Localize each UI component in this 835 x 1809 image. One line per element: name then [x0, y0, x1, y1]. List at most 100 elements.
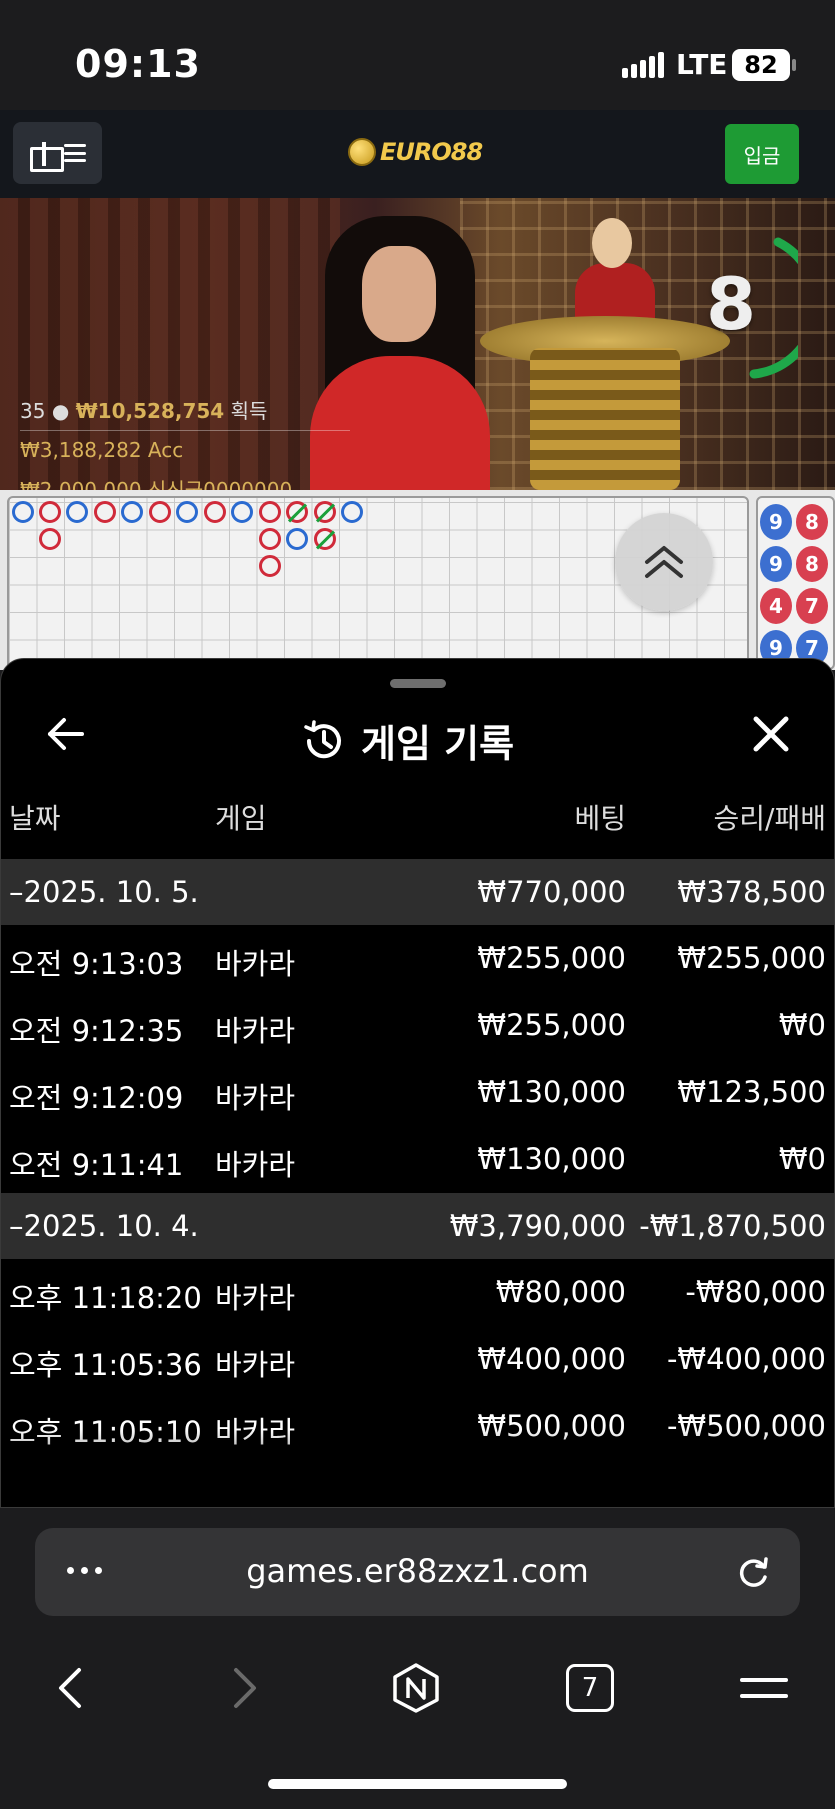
- balance-info: ₩3,188,282 Acc: [20, 438, 183, 462]
- row-time: 오전 9:12:35: [9, 1014, 184, 1048]
- browser-forward-button[interactable]: [205, 1648, 285, 1728]
- menu-icon: [740, 1678, 788, 1698]
- table-row[interactable]: 오후 11:05:10 바카라 ₩500,000 -₩500,000: [1, 1393, 834, 1460]
- chevron-left-icon: [59, 1668, 81, 1708]
- table-row[interactable]: 오후 11:05:36 바카라 ₩400,000 -₩400,000: [1, 1326, 834, 1393]
- balance-suffix: Acc: [147, 438, 184, 462]
- row-bet: ₩255,000: [477, 1008, 626, 1042]
- close-button[interactable]: [746, 709, 796, 759]
- winnings-suffix: 획득: [230, 399, 268, 423]
- bead-banker-tie: [314, 501, 336, 523]
- row-time: 오후 11:05:10: [9, 1415, 202, 1449]
- row-win: -₩80,000: [685, 1275, 826, 1309]
- row-bet: ₩80,000: [495, 1275, 626, 1309]
- row-bet: ₩255,000: [477, 941, 626, 975]
- bead-banker: [259, 555, 281, 577]
- table-header: 날짜 게임 베팅 승리/패배: [1, 781, 834, 851]
- bead-banker: [39, 501, 61, 523]
- game-history-sheet: 게임 기록 날짜 게임 베팅 승리/패배 –2025. 10. 5. ₩770,…: [0, 658, 835, 1508]
- bead-banker: [39, 528, 61, 550]
- row-game: 바카라: [215, 947, 296, 981]
- row-time: 오후 11:05:36: [9, 1348, 202, 1382]
- sheet-header: 게임 기록: [1, 699, 834, 779]
- back-button[interactable]: [41, 709, 91, 759]
- table-row[interactable]: 오전 9:11:41 바카라 ₩130,000 ₩0: [1, 1126, 834, 1193]
- row-time: 오전 9:12:09: [9, 1081, 184, 1115]
- sheet-title-text: 게임 기록: [361, 722, 515, 766]
- group-bet-total: ₩770,000: [477, 875, 626, 909]
- browser-back-button[interactable]: [30, 1648, 110, 1728]
- column-date: 날짜: [9, 802, 61, 835]
- row-win: ₩123,500: [677, 1075, 826, 1109]
- row-bet: ₩130,000: [477, 1142, 626, 1176]
- bead-banker-tie: [314, 528, 336, 550]
- bead-banker-tie: [286, 501, 308, 523]
- row-win: ₩0: [778, 1008, 826, 1042]
- players-count: 35: [20, 399, 46, 423]
- column-bet: 베팅: [574, 802, 626, 835]
- arrow-left-icon: [48, 718, 84, 750]
- sheet-grabber[interactable]: [390, 679, 446, 688]
- group-date: –2025. 10. 4.: [9, 1209, 199, 1243]
- date-group-row[interactable]: –2025. 10. 5. ₩770,000 ₩378,500: [1, 859, 834, 925]
- bead-banker: [149, 501, 171, 523]
- table-row[interactable]: 오전 9:12:35 바카라 ₩255,000 ₩0: [1, 992, 834, 1059]
- bead-player: [66, 501, 88, 523]
- tabs-button[interactable]: 7: [550, 1648, 630, 1728]
- bead-player: [341, 501, 363, 523]
- row-time: 오전 9:13:03: [9, 947, 184, 981]
- url-text[interactable]: games.er88zxz1.com: [35, 1552, 800, 1590]
- person-icon: ●: [51, 399, 70, 423]
- dealer: [300, 216, 500, 490]
- soccer-ball-icon: [348, 138, 376, 166]
- bet-info: ₩2,000,000 신신군0000000: [20, 478, 293, 490]
- bead-player: [12, 501, 34, 523]
- network-type: LTE: [676, 48, 728, 81]
- row-time: 오후 11:18:20: [9, 1281, 202, 1315]
- total-winnings: ₩10,528,754: [75, 399, 225, 423]
- bead-player: [176, 501, 198, 523]
- browser-menu-button[interactable]: [724, 1648, 804, 1728]
- table-row[interactable]: 오후 11:18:20 바카라 ₩80,000 -₩80,000: [1, 1259, 834, 1326]
- row-win: ₩255,000: [677, 941, 826, 975]
- side-ball: 9: [760, 504, 792, 540]
- row-win: -₩400,000: [666, 1342, 826, 1376]
- app-header: EURO88 입금: [0, 110, 835, 198]
- side-road: 9 8 9 8 4 7 9 7: [756, 496, 835, 670]
- chevron-up-icon: [645, 546, 683, 578]
- column-win-loss: 승리/패배: [713, 802, 826, 835]
- deposit-button[interactable]: 입금: [725, 124, 799, 184]
- history-icon: [304, 719, 341, 758]
- table-row[interactable]: 오전 9:13:03 바카라 ₩255,000 ₩255,000: [1, 925, 834, 992]
- reload-icon[interactable]: [733, 1553, 773, 1593]
- side-ball: 8: [796, 504, 828, 540]
- side-ball: 4: [760, 588, 792, 624]
- browser-toolbar: games.er88zxz1.com 7: [0, 1508, 835, 1809]
- gift-icon: [29, 140, 64, 172]
- logo[interactable]: EURO88: [348, 138, 483, 166]
- group-win-total: ₩378,500: [677, 875, 826, 909]
- expand-up-button[interactable]: [615, 513, 713, 611]
- bead-banker: [259, 501, 281, 523]
- sheet-title: 게임 기록: [301, 713, 514, 768]
- tab-count: 7: [566, 1664, 614, 1712]
- timer-value: 8: [705, 262, 757, 346]
- side-ball: 9: [760, 546, 792, 582]
- signal-icon: [622, 52, 664, 78]
- address-bar[interactable]: games.er88zxz1.com: [35, 1528, 800, 1616]
- chevron-right-icon: [234, 1668, 256, 1708]
- live-video[interactable]: 8 35 ● ₩10,528,754 획득 ₩3,188,282 Acc ₩2,…: [0, 198, 835, 490]
- bead-banker: [204, 501, 226, 523]
- browser-home-button[interactable]: [376, 1648, 456, 1728]
- status-bar: 09:13 LTE 82: [0, 0, 835, 110]
- menu-button[interactable]: [13, 122, 102, 184]
- row-bet: ₩500,000: [477, 1409, 626, 1443]
- group-date: –2025. 10. 5.: [9, 875, 199, 909]
- row-bet: ₩400,000: [477, 1342, 626, 1376]
- row-game: 바카라: [215, 1348, 296, 1382]
- bead-player: [286, 528, 308, 550]
- players-info: 35 ● ₩10,528,754 획득: [20, 395, 267, 424]
- table-row[interactable]: 오전 9:12:09 바카라 ₩130,000 ₩123,500: [1, 1059, 834, 1126]
- hamburger-icon: [63, 144, 86, 162]
- date-group-row[interactable]: –2025. 10. 4. ₩3,790,000 -₩1,870,500: [1, 1193, 834, 1259]
